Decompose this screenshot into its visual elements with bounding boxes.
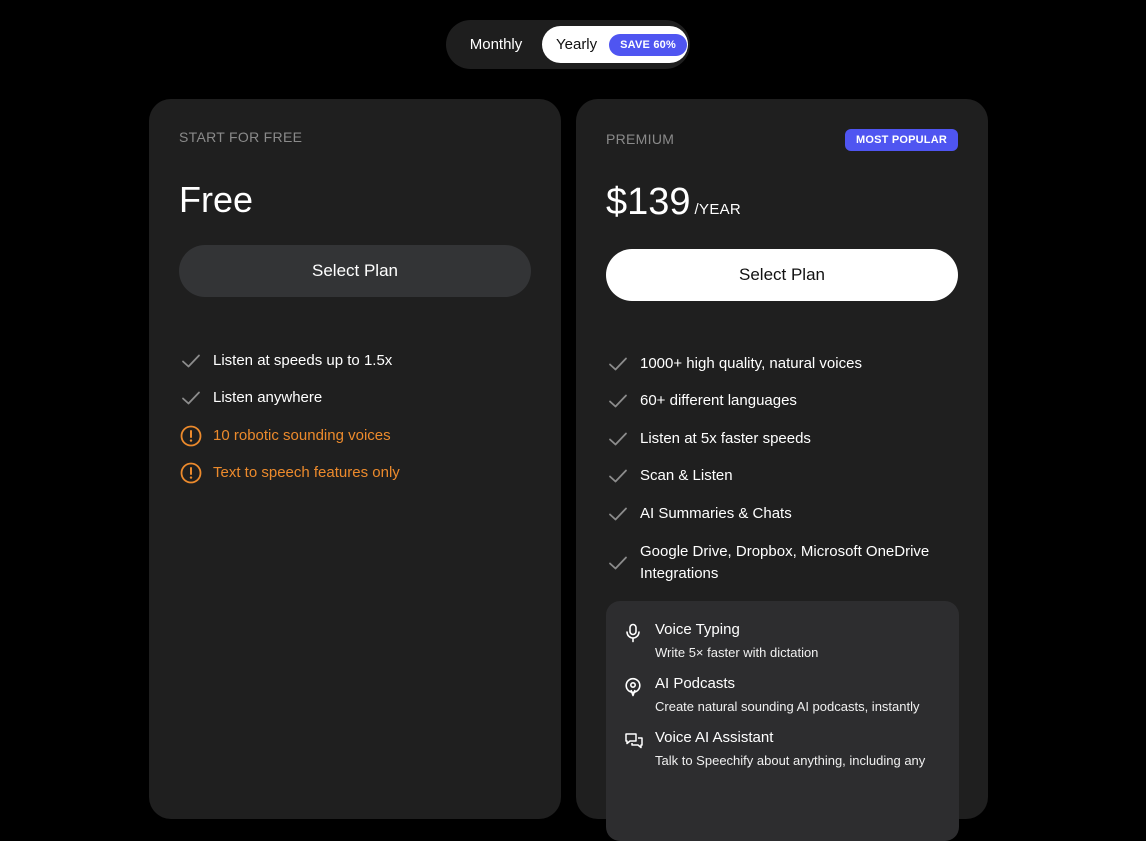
plan-eyebrow: START FOR FREE — [179, 129, 303, 145]
feature-text: Listen at speeds up to 1.5x — [213, 351, 393, 369]
plan-eyebrow: PREMIUM — [606, 131, 675, 147]
feature-text: Google Drive, Dropbox, Microsoft OneDriv… — [640, 542, 930, 582]
feature-item: Listen at speeds up to 1.5x — [179, 342, 531, 380]
select-plan-button-free[interactable]: Select Plan — [179, 245, 531, 297]
feature-list: Listen at speeds up to 1.5x Listen anywh… — [179, 342, 531, 492]
plan-price: Free — [179, 179, 254, 220]
most-popular-badge: MOST POPULAR — [844, 129, 958, 151]
feature-text: 1000+ high quality, natural voices — [640, 354, 862, 372]
feature-text: 10 robotic sounding voices — [213, 426, 391, 444]
feature-text: Text to speech features only — [213, 464, 400, 482]
check-icon — [606, 551, 630, 575]
podcast-icon — [624, 675, 644, 715]
check-icon — [606, 502, 630, 526]
warning-icon — [179, 424, 203, 448]
plan-price-period: /YEAR — [694, 201, 742, 218]
check-icon — [606, 464, 630, 488]
feature-text: Listen at 5x faster speeds — [640, 429, 811, 447]
microphone-icon — [624, 621, 644, 661]
feature-text: Scan & Listen — [640, 467, 733, 485]
billing-toggle[interactable]: Monthly Yearly SAVE 60% — [446, 20, 690, 69]
addon-description: Create natural sounding AI podcasts, ins… — [655, 699, 920, 714]
feature-item: 1000+ high quality, natural voices — [606, 345, 958, 383]
feature-item: Listen anywhere — [179, 380, 531, 418]
billing-option-yearly[interactable]: Yearly SAVE 60% — [542, 26, 688, 63]
warning-icon — [179, 461, 203, 485]
addon-item: AI Podcasts Create natural sounding AI p… — [624, 675, 941, 715]
plan-card-free: START FOR FREE Free Select Plan Listen a… — [149, 99, 561, 819]
addon-item: Voice Typing Write 5× faster with dictat… — [624, 621, 941, 661]
select-plan-button-premium[interactable]: Select Plan — [606, 249, 958, 301]
feature-item: AI Summaries & Chats — [606, 495, 958, 533]
premium-addons-panel: Voice Typing Write 5× faster with dictat… — [606, 601, 959, 841]
addon-title: AI Podcasts — [655, 675, 736, 692]
addon-title: Voice AI Assistant — [655, 729, 774, 746]
addon-title: Voice Typing — [655, 621, 740, 638]
feature-item: Scan & Listen — [606, 458, 958, 496]
save-badge: SAVE 60% — [609, 33, 687, 56]
check-icon — [606, 352, 630, 376]
feature-item: Listen at 5x faster speeds — [606, 420, 958, 458]
feature-text: AI Summaries & Chats — [640, 504, 792, 522]
check-icon — [179, 386, 203, 410]
addon-description: Talk to Speechify about anything, includ… — [655, 753, 926, 768]
check-icon — [606, 427, 630, 451]
feature-item: 60+ different languages — [606, 383, 958, 421]
check-icon — [179, 349, 203, 373]
plan-card-premium: PREMIUM MOST POPULAR $139/YEAR Select Pl… — [576, 99, 988, 841]
plan-price: $139/YEAR — [606, 181, 741, 224]
addon-description: Write 5× faster with dictation — [655, 645, 819, 660]
check-icon — [606, 389, 630, 413]
billing-option-yearly-label: Yearly — [556, 36, 598, 53]
feature-text: Listen anywhere — [213, 389, 323, 407]
feature-text: 60+ different languages — [640, 392, 797, 410]
feature-item-limitation: 10 robotic sounding voices — [179, 417, 531, 455]
billing-option-monthly[interactable]: Monthly — [450, 36, 542, 53]
chat-bubbles-icon — [624, 729, 644, 769]
feature-list: 1000+ high quality, natural voices 60+ d… — [606, 345, 958, 593]
plan-price-amount: $139 — [606, 181, 691, 223]
feature-item: Google Drive, Dropbox, Microsoft OneDriv… — [606, 533, 958, 593]
feature-item-limitation: Text to speech features only — [179, 455, 531, 493]
addon-item: Voice AI Assistant Talk to Speechify abo… — [624, 729, 941, 769]
